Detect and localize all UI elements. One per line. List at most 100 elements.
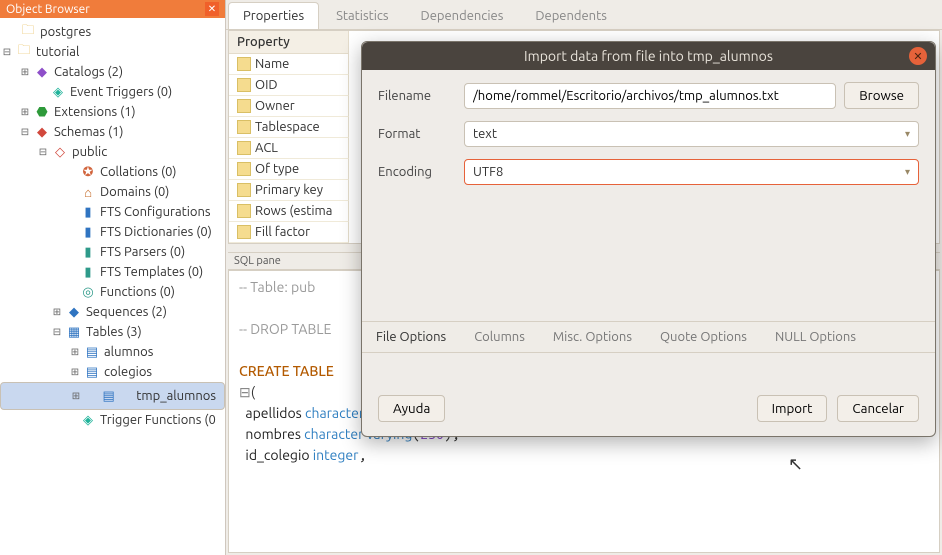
- tree-node-table-colegios[interactable]: ⊞▤colegios: [0, 362, 225, 382]
- prop-fill: Fill factor: [229, 222, 349, 243]
- prop-rows: Rows (estima: [229, 201, 349, 222]
- tree-node-functions[interactable]: ▸◎Functions (0): [0, 282, 225, 302]
- tree: ▸🗀postgres ⊟🗀tutorial ⊞◆Catalogs (2) ▸◈E…: [0, 18, 225, 555]
- chevron-down-icon: ▾: [905, 128, 910, 140]
- sequences-icon: ◆: [66, 304, 82, 320]
- expand-icon[interactable]: ⊞: [18, 106, 32, 118]
- schema-icon: ◇: [52, 144, 68, 160]
- extensions-icon: ⬣: [34, 104, 50, 120]
- tab-null-options[interactable]: NULL Options: [763, 324, 868, 350]
- tables-icon: ▦: [66, 324, 82, 340]
- object-browser-title: Object Browser ✕: [0, 0, 225, 18]
- object-browser-label: Object Browser: [6, 3, 90, 16]
- tree-node-sequences[interactable]: ⊞◆Sequences (2): [0, 302, 225, 322]
- tree-node-public[interactable]: ⊟◇public: [0, 142, 225, 162]
- schemas-icon: ◆: [34, 124, 50, 140]
- prop-icon: [237, 162, 251, 176]
- fts-icon: ▮: [80, 204, 96, 220]
- tree-node-schemas[interactable]: ⊟◆Schemas (1): [0, 122, 225, 142]
- domains-icon: ⌂: [80, 184, 96, 200]
- expand-icon[interactable]: ⊞: [68, 366, 82, 378]
- fts-icon: ▮: [80, 224, 96, 240]
- database-icon: 🗀: [16, 44, 32, 60]
- tab-file-options[interactable]: File Options: [364, 324, 458, 350]
- chevron-down-icon: ▾: [905, 166, 910, 178]
- filename-input[interactable]: [464, 83, 836, 109]
- detail-tabs: Properties Statistics Dependencies Depen…: [226, 0, 942, 30]
- tab-misc-options[interactable]: Misc. Options: [541, 324, 644, 350]
- props-header: Property: [229, 31, 349, 54]
- prop-icon: [237, 225, 251, 239]
- dialog-title: Import data from file into tmp_alumnos ✕: [362, 42, 935, 70]
- prop-icon: [237, 183, 251, 197]
- table-icon: ▤: [101, 388, 117, 404]
- prop-tablespace: Tablespace: [229, 117, 349, 138]
- prop-icon: [237, 141, 251, 155]
- format-select[interactable]: text▾: [464, 121, 919, 147]
- format-label: Format: [378, 127, 456, 141]
- prop-icon: [237, 57, 251, 71]
- collapse-icon[interactable]: ⊟: [50, 326, 64, 338]
- tree-node-table-tmp-alumnos[interactable]: ⊞▤tmp_alumnos: [0, 382, 225, 410]
- trigger-fn-icon: ◈: [80, 412, 96, 428]
- expand-icon[interactable]: ⊞: [68, 346, 82, 358]
- prop-oid: OID: [229, 75, 349, 96]
- tab-statistics[interactable]: Statistics: [321, 2, 403, 29]
- table-icon: ▤: [84, 364, 100, 380]
- tree-node-tutorial[interactable]: ⊟🗀tutorial: [0, 42, 225, 62]
- functions-icon: ◎: [80, 284, 96, 300]
- fts-icon: ▮: [80, 264, 96, 280]
- event-triggers-icon: ◈: [50, 84, 66, 100]
- tree-node-ftsdict[interactable]: ▸▮FTS Dictionaries (0): [0, 222, 225, 242]
- tree-node-ext[interactable]: ⊞⬣Extensions (1): [0, 102, 225, 122]
- help-button[interactable]: Ayuda: [378, 395, 445, 422]
- tab-columns[interactable]: Columns: [462, 324, 537, 350]
- encoding-select[interactable]: UTF8▾: [464, 159, 919, 185]
- cancel-button[interactable]: Cancelar: [837, 395, 919, 422]
- prop-icon: [237, 78, 251, 92]
- tree-node-table-alumnos[interactable]: ⊞▤alumnos: [0, 342, 225, 362]
- tree-node-ftsconf[interactable]: ▸▮FTS Configurations: [0, 202, 225, 222]
- tree-node-tables[interactable]: ⊟▦Tables (3): [0, 322, 225, 342]
- expand-icon[interactable]: ⊞: [50, 306, 64, 318]
- tree-node-domains[interactable]: ▸⌂Domains (0): [0, 182, 225, 202]
- tab-quote-options[interactable]: Quote Options: [648, 324, 759, 350]
- tab-dependents[interactable]: Dependents: [520, 2, 622, 29]
- browse-button[interactable]: Browse: [844, 82, 919, 109]
- prop-icon: [237, 120, 251, 134]
- collapse-icon[interactable]: ⊟: [36, 146, 50, 158]
- expand-icon[interactable]: ⊞: [18, 66, 32, 78]
- tree-node-collations[interactable]: ▸✪Collations (0): [0, 162, 225, 182]
- table-icon: ▤: [84, 344, 100, 360]
- encoding-label: Encoding: [378, 165, 456, 179]
- prop-icon: [237, 99, 251, 113]
- tab-properties[interactable]: Properties: [228, 2, 319, 29]
- filename-label: Filename: [378, 89, 456, 103]
- prop-owner: Owner: [229, 96, 349, 117]
- tree-node-ftsparse[interactable]: ▸▮FTS Parsers (0): [0, 242, 225, 262]
- expand-icon[interactable]: ⊞: [69, 390, 83, 402]
- prop-pk: Primary key: [229, 180, 349, 201]
- fts-icon: ▮: [80, 244, 96, 260]
- close-icon[interactable]: ✕: [909, 47, 927, 65]
- database-icon: 🗀: [20, 24, 36, 40]
- catalogs-icon: ◆: [34, 64, 50, 80]
- collapse-icon[interactable]: ⊟: [18, 126, 32, 138]
- tree-node-triggerfn[interactable]: ▸◈Trigger Functions (0: [0, 410, 225, 430]
- import-button[interactable]: Import: [757, 395, 828, 422]
- close-icon[interactable]: ✕: [205, 2, 219, 16]
- option-tabs: File Options Columns Misc. Options Quote…: [362, 321, 935, 353]
- collations-icon: ✪: [80, 164, 96, 180]
- tree-node-postgres[interactable]: ▸🗀postgres: [0, 22, 225, 42]
- prop-icon: [237, 204, 251, 218]
- tree-node-ftstpl[interactable]: ▸▮FTS Templates (0): [0, 262, 225, 282]
- import-dialog: Import data from file into tmp_alumnos ✕…: [361, 41, 936, 437]
- tree-node-catalogs[interactable]: ⊞◆Catalogs (2): [0, 62, 225, 82]
- tree-node-ev[interactable]: ▸◈Event Triggers (0): [0, 82, 225, 102]
- object-browser: Object Browser ✕ ▸🗀postgres ⊟🗀tutorial ⊞…: [0, 0, 226, 555]
- prop-acl: ACL: [229, 138, 349, 159]
- prop-oftype: Of type: [229, 159, 349, 180]
- prop-name: Name: [229, 54, 349, 75]
- tab-dependencies[interactable]: Dependencies: [406, 2, 519, 29]
- collapse-icon[interactable]: ⊟: [0, 46, 14, 58]
